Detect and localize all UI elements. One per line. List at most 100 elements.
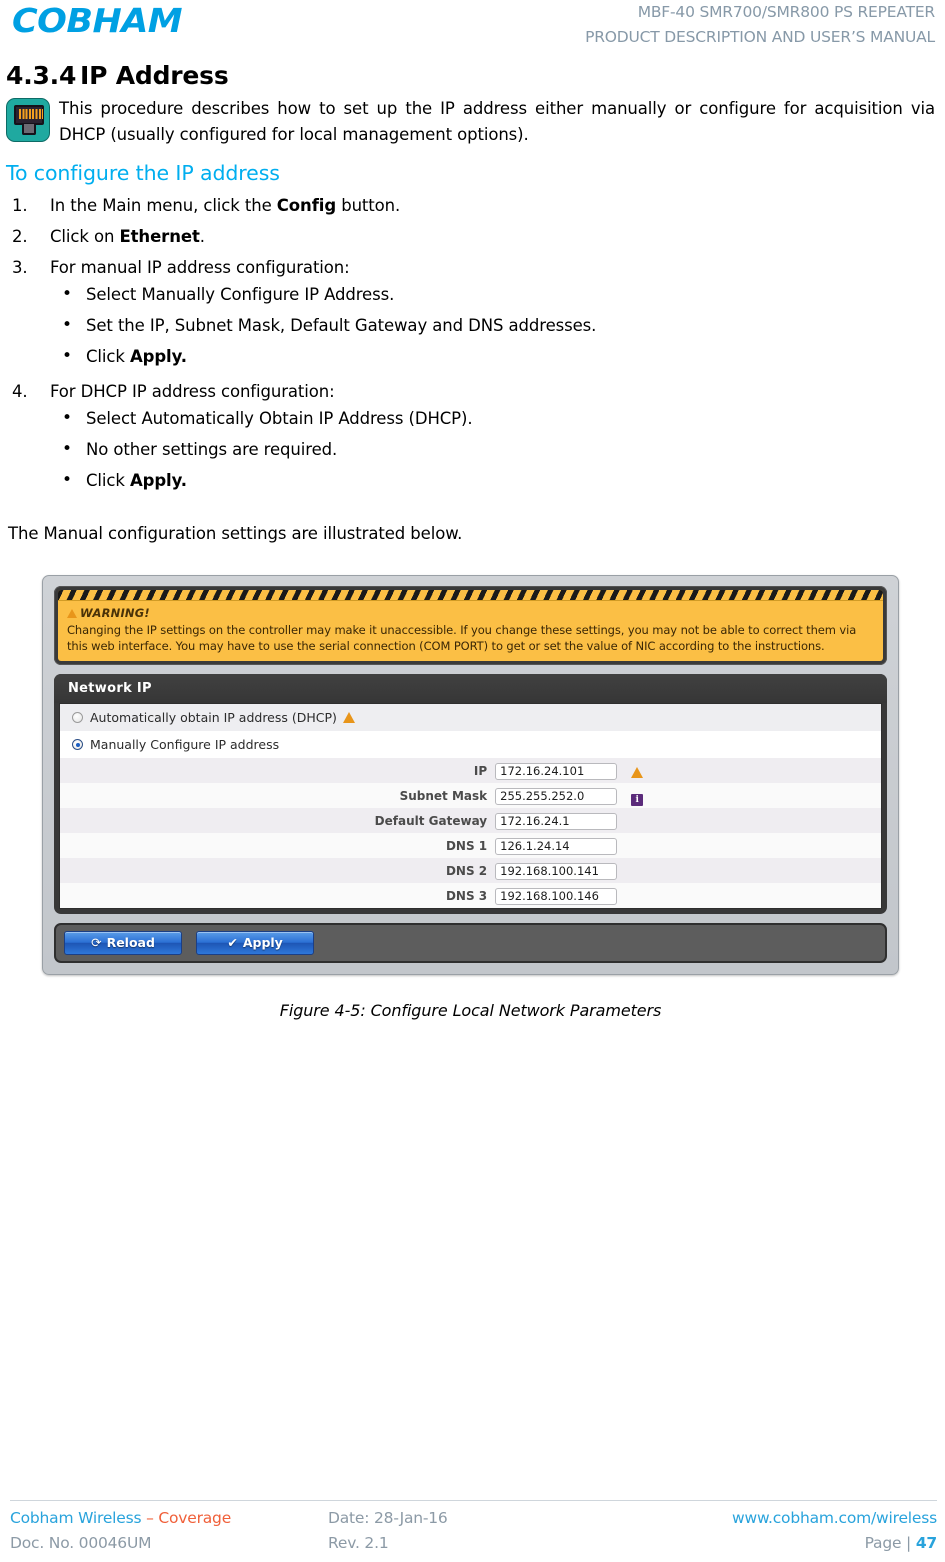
intro-paragraph: This procedure describes how to set up t…: [6, 96, 935, 148]
step-bullet-list: • Select Manually Configure IP Address. …: [50, 279, 935, 372]
header-title-block: MBF-40 SMR700/SMR800 PS REPEATER PRODUCT…: [585, 0, 935, 50]
bullet-text-pre: Select Automatically Obtain IP Address (…: [86, 409, 473, 428]
step-marker: 1.: [12, 196, 28, 215]
radio-option-manual[interactable]: Manually Configure IP address: [60, 731, 881, 758]
footer-page: Page | 47: [865, 1531, 938, 1556]
form-row-default-gateway: Default Gateway 172.16.24.1: [60, 808, 881, 833]
field-cell-default-gateway: 172.16.24.1: [495, 808, 881, 833]
step-text-bold: Ethernet: [119, 227, 200, 246]
step-item: 2. Click on Ethernet.: [6, 221, 935, 252]
refresh-icon: ⟳: [91, 935, 102, 950]
bullet-text-pre: Select Manually Configure IP Address.: [86, 285, 395, 304]
figure-intro-text: The Manual configuration settings are il…: [8, 524, 463, 543]
field-cell-dns2: 192.168.100.141: [495, 858, 881, 883]
network-ip-panel-body: Automatically obtain IP address (DHCP) M…: [59, 703, 882, 909]
bullet-text-pre: No other settings are required.: [86, 440, 338, 459]
bullet-dot-icon: •: [62, 439, 72, 459]
field-cell-dns1: 126.1.24.14: [495, 833, 881, 858]
form-row-dns3: DNS 3 192.168.100.146: [60, 883, 881, 908]
reload-button-label: Reload: [106, 935, 155, 950]
step-item: 1. In the Main menu, click the Config bu…: [6, 190, 935, 221]
step-marker: 4.: [12, 382, 28, 401]
bullet-item: • No other settings are required.: [50, 434, 935, 465]
figure-caption: Figure 4-5: Configure Local Network Para…: [279, 1001, 662, 1020]
bullet-text-pre: Set the IP, Subnet Mask, Default Gateway…: [86, 316, 597, 335]
header-product-line: MBF-40 SMR700/SMR800 PS REPEATER: [637, 3, 935, 21]
footer-company: Cobham Wireless – Coverage: [10, 1506, 328, 1531]
warning-inner: WARNING! Changing the IP settings on the…: [58, 590, 883, 661]
check-icon: ✔: [227, 935, 238, 950]
form-row-subnet-mask: Subnet Mask 255.255.252.0 i: [60, 783, 881, 808]
bullet-text-bold: Apply.: [129, 347, 187, 366]
header-manual-line: PRODUCT DESCRIPTION AND USER’S MANUAL: [585, 28, 935, 46]
action-button-bar: ⟳ Reload ✔ Apply: [54, 923, 887, 963]
bullet-dot-icon: •: [62, 315, 72, 335]
network-ip-form: IP 172.16.24.101 Subnet Mask 255.255.252…: [60, 758, 881, 908]
bullet-dot-icon: •: [62, 408, 72, 428]
footer-company-suffix: – Coverage: [141, 1509, 232, 1527]
field-cell-dns3: 192.168.100.146: [495, 883, 881, 908]
bullet-item: • Select Manually Configure IP Address.: [50, 279, 935, 310]
bullet-text-pre: Click: [86, 471, 130, 490]
reload-button[interactable]: ⟳ Reload: [64, 931, 182, 955]
footer-row-bottom: Doc. No. 00046UM Rev. 2.1 Page | 47: [10, 1531, 937, 1556]
warning-stripes: [58, 590, 883, 601]
step-text-post: .: [199, 227, 205, 246]
warning-text: Changing the IP settings on the controll…: [67, 623, 857, 653]
bullet-dot-icon: •: [62, 284, 72, 304]
apply-button[interactable]: ✔ Apply: [196, 931, 315, 955]
default-gateway-input[interactable]: 172.16.24.1: [495, 813, 618, 830]
field-label-subnet-mask: Subnet Mask: [399, 788, 488, 803]
dns3-input[interactable]: 192.168.100.146: [495, 888, 618, 905]
network-ip-screenshot: WARNING! Changing the IP settings on the…: [42, 575, 899, 975]
step-text-pre: In the Main menu, click the: [50, 196, 277, 215]
warning-triangle-icon: [631, 762, 644, 781]
section-number: 4.3.4: [6, 61, 77, 90]
step-bullet-list: • Select Automatically Obtain IP Address…: [50, 403, 935, 496]
footer-row-top: Cobham Wireless – Coverage Date: 28-Jan-…: [10, 1506, 937, 1531]
footer-website-link[interactable]: www.cobham.com/wireless: [732, 1506, 937, 1531]
section-heading-text: IP Address: [80, 61, 229, 90]
ip-input[interactable]: 172.16.24.101: [495, 762, 618, 780]
page-title: 4.3.4 IP Address: [6, 61, 935, 90]
figure-block: WARNING! Changing the IP settings on the…: [6, 575, 935, 1020]
warning-triangle-icon: [67, 606, 77, 620]
field-label-ip: IP: [473, 763, 488, 778]
bullet-item: • Set the IP, Subnet Mask, Default Gatew…: [50, 310, 935, 341]
bullet-text-bold: Apply.: [129, 471, 187, 490]
bullet-item: • Click Apply.: [50, 465, 935, 496]
form-row-ip: IP 172.16.24.101: [60, 758, 881, 783]
page-header: COBHAM MBF-40 SMR700/SMR800 PS REPEATER …: [0, 0, 945, 52]
footer-page-number: 47: [915, 1534, 937, 1552]
field-label-dns3: DNS 3: [445, 888, 488, 903]
step-marker: 2.: [12, 227, 28, 246]
warning-title-row: WARNING!: [67, 606, 874, 620]
footer-divider: [10, 1500, 937, 1501]
radio-manual-icon[interactable]: [72, 739, 83, 750]
field-cell-ip: 172.16.24.101: [495, 758, 881, 783]
step-text-pre: Click on: [50, 227, 120, 246]
step-text-pre: For DHCP IP address configuration:: [50, 382, 335, 401]
radio-manual-label: Manually Configure IP address: [90, 737, 280, 752]
radio-option-dhcp[interactable]: Automatically obtain IP address (DHCP): [60, 704, 881, 731]
intro-text: This procedure describes how to set up t…: [59, 99, 935, 144]
bullet-dot-icon: •: [62, 346, 72, 366]
procedure-steps: 1. In the Main menu, click the Config bu…: [6, 190, 935, 500]
rj45-jack-body: [14, 105, 44, 125]
warning-panel: WARNING! Changing the IP settings on the…: [54, 586, 887, 665]
step-item: 4. For DHCP IP address configuration: • …: [6, 376, 935, 500]
dns2-input[interactable]: 192.168.100.141: [495, 863, 618, 880]
dns1-input[interactable]: 126.1.24.14: [495, 838, 618, 855]
subnet-mask-input[interactable]: 255.255.252.0: [495, 787, 618, 805]
step-text-post: button.: [336, 196, 401, 215]
radio-dhcp-label: Automatically obtain IP address (DHCP): [90, 710, 337, 725]
step-text-bold: Config: [276, 196, 337, 215]
field-label-dns1: DNS 1: [445, 838, 488, 853]
radio-dhcp-icon[interactable]: [72, 712, 83, 723]
step-text-pre: For manual IP address configuration:: [50, 258, 350, 277]
network-ip-panel-title: Network IP: [54, 674, 887, 703]
info-icon: i: [631, 787, 644, 806]
field-label-dns2: DNS 2: [445, 863, 488, 878]
bullet-dot-icon: •: [62, 470, 72, 490]
footer-revision: Rev. 2.1: [328, 1534, 389, 1552]
